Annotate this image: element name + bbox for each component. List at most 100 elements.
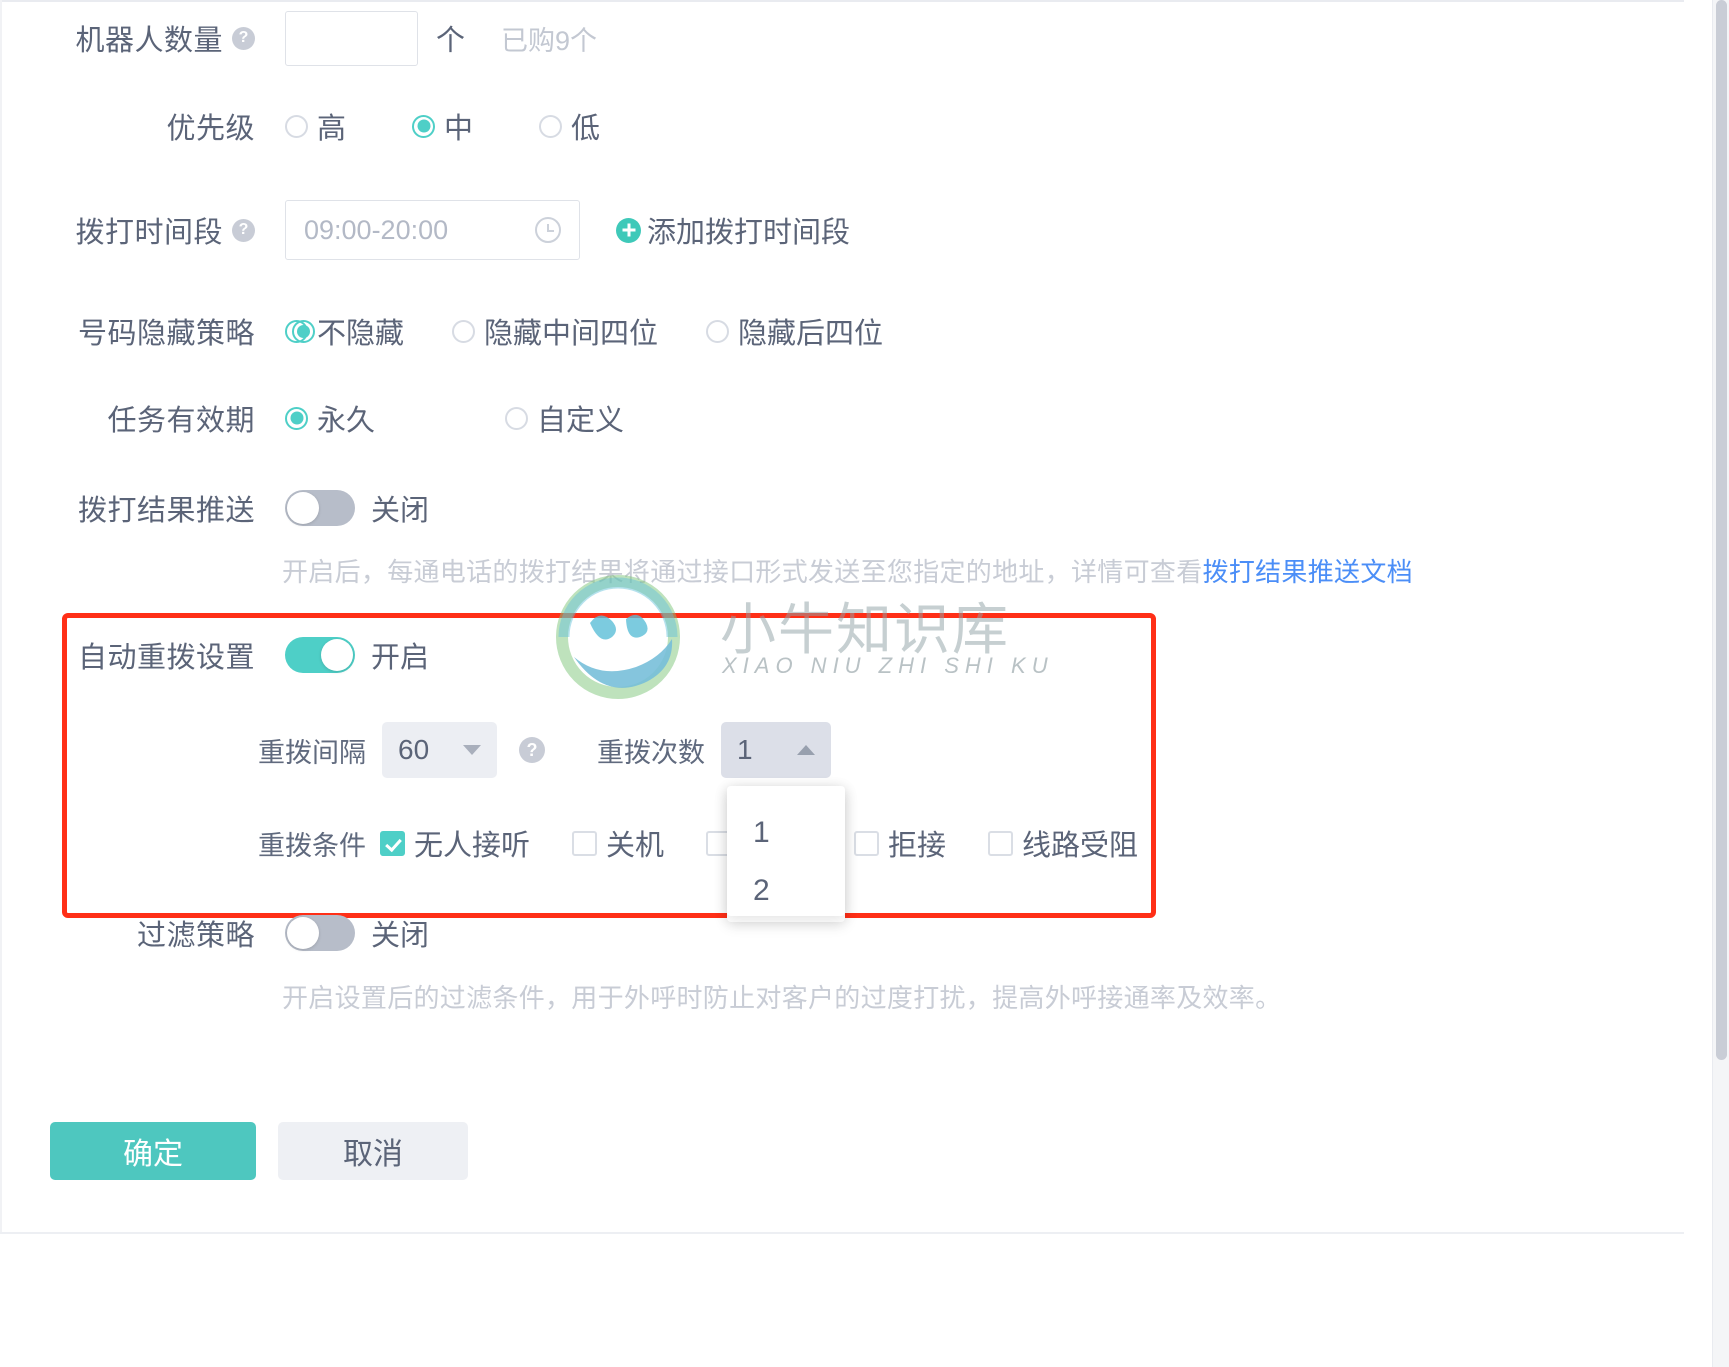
radio-dot-icon	[706, 319, 730, 343]
redial-times-option-2-visible[interactable]: 2	[727, 862, 845, 920]
redial-condition-line-blocked[interactable]: 线路受阻	[988, 822, 1138, 864]
radio-dot-icon	[452, 319, 476, 343]
robot-count-unit: 个	[436, 25, 466, 57]
priority-option-medium[interactable]: 中	[412, 105, 527, 147]
priority-option-low-label: 低	[571, 113, 601, 145]
redial-times-label: 重拨次数	[597, 737, 705, 768]
add-call-time-range-label: 添加拨打时间段	[647, 217, 851, 249]
redial-interval-row: 重拨间隔 60 ? 重拨次数 1	[258, 722, 831, 778]
confirm-button[interactable]: 确定	[50, 1122, 256, 1180]
result-push-description: 开启后，每通电话的拨打结果将通过接口形式发送至您指定的地址，详情可查看拨打结果推…	[282, 552, 1413, 589]
task-validity-option-custom[interactable]: 自定义	[505, 397, 624, 439]
number-hide-policy-label: 号码隐藏策略	[77, 318, 255, 350]
top-divider	[0, 0, 1684, 2]
robot-count-label: 机器人数量	[75, 25, 223, 57]
auto-redial-label: 自动重拨设置	[77, 642, 255, 674]
filter-policy-label: 过滤策略	[136, 920, 255, 952]
redial-interval-select[interactable]: 60	[382, 722, 497, 778]
call-time-range-value: 09:00-20:00	[304, 214, 449, 245]
radio-dot-icon	[285, 406, 308, 430]
number-hide-policy-row: 号码隐藏策略 不隐藏 隐藏中间四位 隐藏后四位	[55, 308, 1155, 354]
result-push-description-text: 开启后，每通电话的拨打结果将通过接口形式发送至您指定的地址，详情可查看	[282, 557, 1203, 587]
redial-condition-power-off[interactable]: 关机	[572, 822, 664, 864]
auto-redial-row: 自动重拨设置 开启	[55, 632, 955, 678]
checkbox-icon	[854, 830, 880, 856]
result-push-toggle[interactable]	[285, 490, 355, 526]
cancel-button[interactable]: 取消	[278, 1122, 468, 1180]
result-push-state-label: 关闭	[371, 495, 430, 527]
add-call-time-range-button[interactable]: 添加拨打时间段	[616, 209, 850, 251]
radio-dot-icon	[505, 406, 528, 430]
robot-count-row: 机器人数量 ? 个 已购9个	[55, 8, 1055, 68]
number-hide-option-none-indicator	[292, 320, 315, 343]
checkbox-icon	[572, 830, 598, 856]
redial-condition-line-blocked-label: 线路受阻	[1022, 830, 1139, 862]
help-icon[interactable]: ?	[519, 737, 545, 763]
bottom-divider	[0, 1232, 1684, 1234]
plus-circle-icon	[616, 217, 641, 243]
filter-policy-state-label: 关闭	[371, 920, 430, 952]
redial-condition-no-answer[interactable]: 无人接听	[380, 822, 530, 864]
robot-count-input[interactable]	[285, 10, 418, 66]
scrollbar-track[interactable]	[1712, 0, 1729, 1367]
filter-policy-description: 开启设置后的过滤条件，用于外呼时防止对客户的过度打扰，提高外呼接通率及效率。	[282, 983, 1282, 1013]
call-time-range-label: 拨打时间段	[75, 217, 223, 249]
priority-radio-group: 高 中 低	[285, 105, 666, 147]
checkbox-icon	[380, 830, 405, 856]
auto-redial-state-label: 开启	[371, 642, 430, 674]
redial-times-value: 1	[737, 734, 753, 765]
left-divider	[0, 0, 2, 1232]
priority-option-medium-label: 中	[444, 113, 474, 145]
task-validity-radio-group: 永久 自定义	[285, 397, 636, 439]
help-icon[interactable]: ?	[232, 218, 255, 242]
priority-label: 优先级	[166, 113, 255, 145]
toggle-knob-icon	[287, 492, 319, 524]
redial-times-select[interactable]: 1	[721, 722, 831, 778]
task-validity-option-permanent-label: 永久	[317, 405, 376, 437]
task-validity-label: 任务有效期	[107, 405, 255, 437]
redial-condition-rejected[interactable]: 拒接	[854, 822, 946, 864]
number-hide-policy-radio-group: 不隐藏 隐藏中间四位 隐藏后四位	[285, 310, 895, 352]
number-hide-option-middle-four-label: 隐藏中间四位	[484, 318, 659, 350]
scrollbar-thumb[interactable]	[1716, 0, 1727, 1060]
priority-option-high[interactable]: 高	[285, 105, 400, 147]
redial-condition-no-answer-label: 无人接听	[414, 830, 531, 862]
result-push-doc-link[interactable]: 拨打结果推送文档	[1203, 557, 1413, 587]
redial-times-option-1-visible[interactable]: 1	[727, 804, 845, 862]
priority-option-low[interactable]: 低	[539, 105, 654, 147]
task-settings-form: 机器人数量 ? 个 已购9个 优先级 高 中 低 拨打时间段 ? 09:00-2…	[0, 0, 1729, 1367]
chevron-down-icon	[463, 745, 481, 755]
radio-dot-icon	[285, 114, 308, 138]
redial-condition-power-off-label: 关机	[606, 830, 665, 862]
number-hide-option-last-four-label: 隐藏后四位	[738, 318, 884, 350]
chevron-up-icon	[797, 745, 815, 755]
checkbox-icon	[988, 830, 1014, 856]
redial-condition-rejected-label: 拒接	[888, 830, 947, 862]
call-time-range-row: 拨打时间段 ? 09:00-20:00 添加拨打时间段	[55, 200, 1155, 260]
radio-dot-icon	[412, 114, 435, 138]
redial-conditions-label: 重拨条件	[258, 830, 366, 861]
result-push-label: 拨打结果推送	[77, 495, 255, 527]
priority-option-high-label: 高	[317, 113, 347, 145]
priority-row: 优先级 高 中 低	[55, 103, 955, 149]
task-validity-option-custom-label: 自定义	[537, 405, 625, 437]
redial-interval-value: 60	[398, 734, 430, 765]
clock-icon	[535, 217, 561, 243]
auto-redial-toggle[interactable]	[285, 637, 355, 673]
radio-dot-icon	[539, 114, 562, 138]
redial-interval-label: 重拨间隔	[258, 737, 366, 768]
task-validity-option-permanent[interactable]: 永久	[285, 397, 493, 439]
redial-times-dropdown-overlay[interactable]: 1 2	[727, 786, 845, 916]
number-hide-option-last-four[interactable]: 隐藏后四位	[706, 310, 883, 352]
number-hide-option-none-label: 不隐藏	[317, 318, 405, 350]
robot-count-purchased-note: 已购9个	[501, 25, 598, 56]
number-hide-option-middle-four[interactable]: 隐藏中间四位	[452, 310, 658, 352]
toggle-knob-icon	[287, 917, 319, 949]
task-validity-row: 任务有效期 永久 自定义	[55, 395, 1055, 441]
help-icon[interactable]: ?	[232, 26, 255, 50]
call-time-range-input[interactable]: 09:00-20:00	[285, 200, 580, 260]
filter-policy-toggle[interactable]	[285, 915, 355, 951]
redial-conditions-row: 重拨条件 无人接听 关机 拒接 线路受阻	[258, 820, 1152, 866]
toggle-knob-icon	[321, 639, 353, 671]
result-push-row: 拨打结果推送 关闭	[55, 485, 955, 531]
